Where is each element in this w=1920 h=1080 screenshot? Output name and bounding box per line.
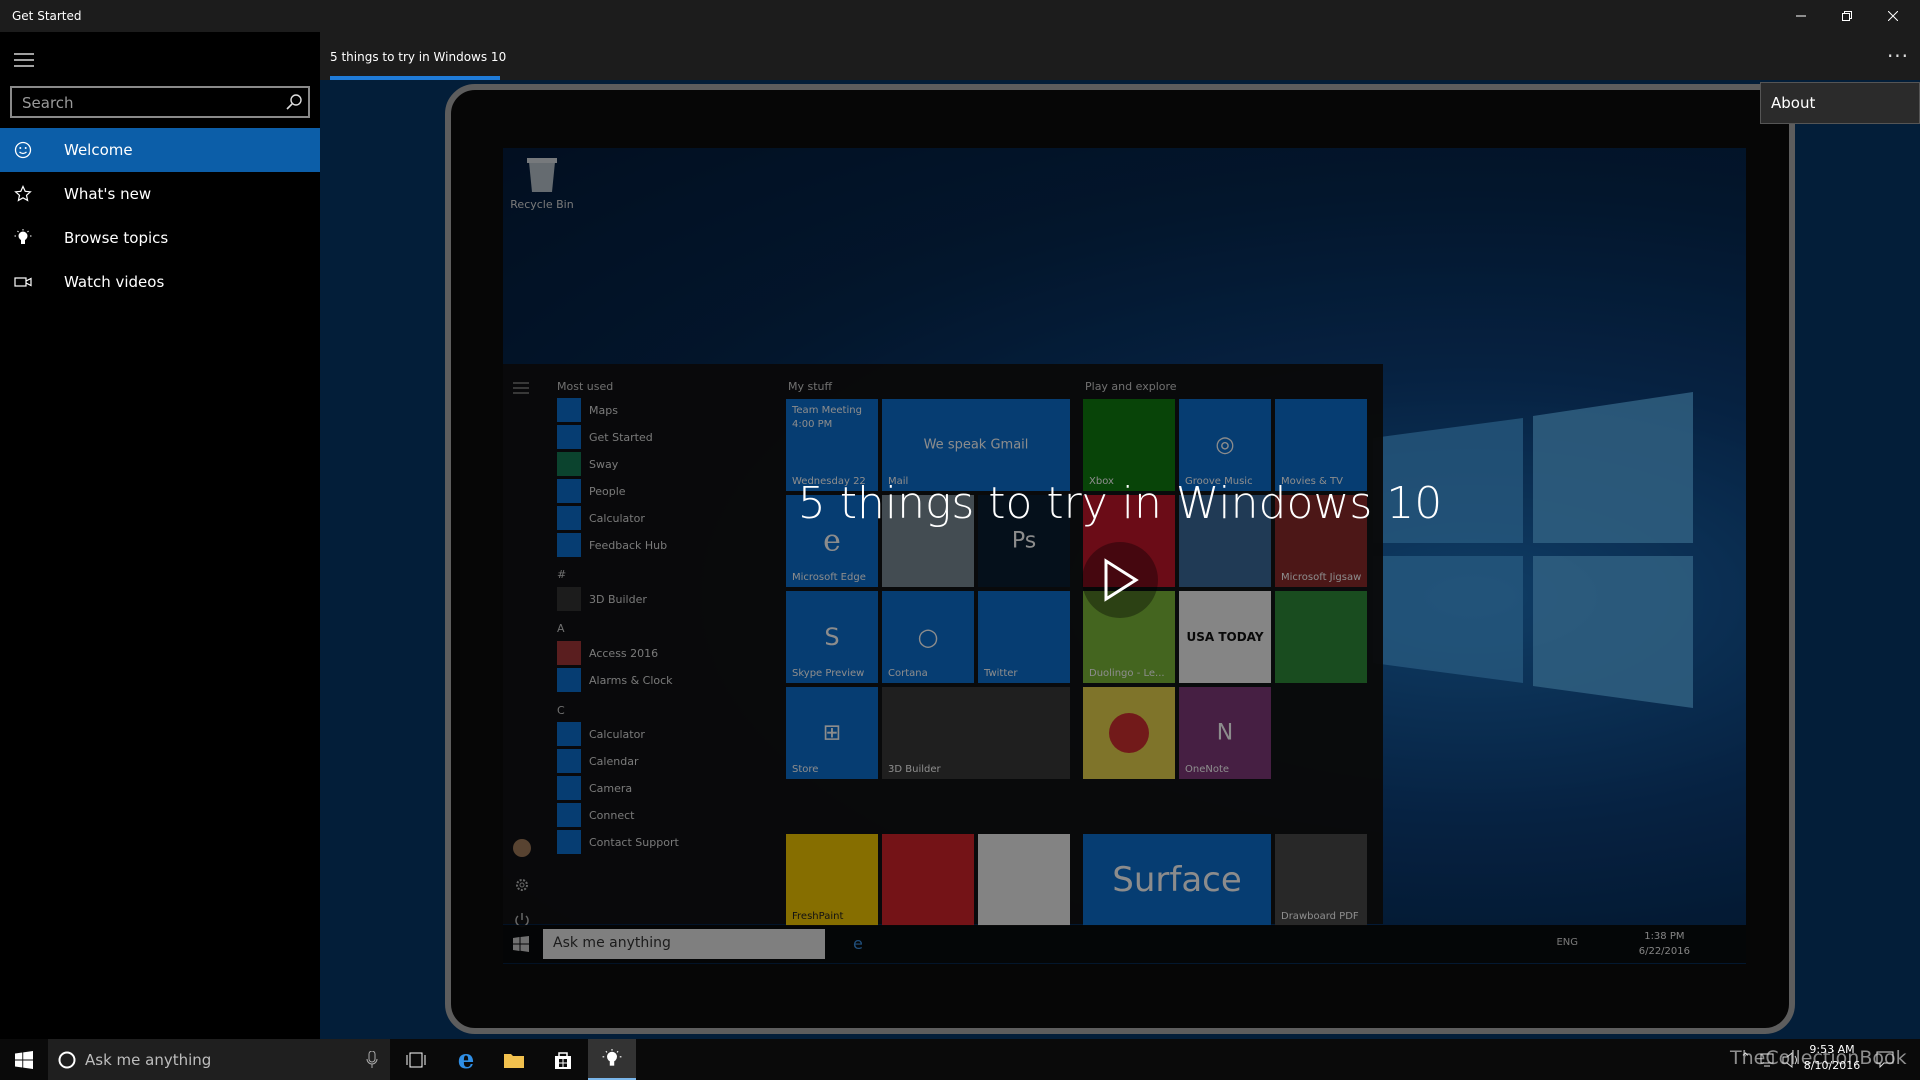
- minimize-icon: [1796, 15, 1806, 17]
- folder-icon: [504, 1053, 524, 1068]
- nav-label: Welcome: [64, 141, 133, 159]
- smiley-icon: [14, 141, 32, 159]
- nav-item-watch-videos[interactable]: Watch videos: [0, 260, 320, 304]
- lightbulb-icon: [602, 1048, 622, 1066]
- action-center-icon[interactable]: [1876, 1051, 1894, 1068]
- nav-label: Browse topics: [64, 229, 169, 247]
- nav-label: Watch videos: [64, 273, 165, 291]
- windows-start-icon: [15, 1050, 33, 1069]
- task-view-icon: [406, 1052, 426, 1067]
- app-title: Get Started: [12, 9, 82, 23]
- network-icon[interactable]: [1760, 1053, 1776, 1067]
- lightbulb-icon: [14, 229, 32, 244]
- cortana-search-box[interactable]: Ask me anything: [48, 1039, 390, 1080]
- about-menu-item[interactable]: About: [1760, 82, 1920, 124]
- hamburger-icon: [14, 53, 34, 67]
- video-title: 5 things to try in Windows 10: [797, 478, 1443, 529]
- restore-button[interactable]: [1824, 0, 1870, 32]
- title-bar: Get Started: [0, 0, 1920, 32]
- start-button[interactable]: [0, 1039, 48, 1080]
- star-icon: [14, 185, 32, 202]
- taskbar-store[interactable]: [539, 1039, 587, 1080]
- cortana-icon: [58, 1051, 76, 1068]
- taskbar-edge[interactable]: e: [442, 1039, 490, 1080]
- video-icon: [14, 277, 32, 287]
- tab-bar: 5 things to try in Windows 10 ···: [320, 32, 1920, 80]
- taskbar-get-started[interactable]: [588, 1039, 636, 1080]
- nav-label: What's new: [64, 185, 152, 203]
- cortana-placeholder: Ask me anything: [85, 1050, 212, 1069]
- taskbar-date: 8/10/2016: [1803, 1059, 1861, 1072]
- task-view-button[interactable]: [392, 1039, 440, 1080]
- more-icon: ···: [1886, 44, 1910, 68]
- store-icon: [555, 1051, 571, 1069]
- search-placeholder: Search: [22, 94, 74, 112]
- video-content: Recycle Bin Most used Maps Get Started S…: [320, 80, 1920, 1039]
- navigation-pane: Search Welcome What's new Browse topics …: [0, 32, 320, 1039]
- edge-icon: e: [457, 1044, 475, 1075]
- nav-item-browse-topics[interactable]: Browse topics: [0, 216, 320, 260]
- close-button[interactable]: [1870, 0, 1916, 32]
- search-icon[interactable]: [285, 93, 303, 111]
- hamburger-menu-button[interactable]: [4, 40, 44, 80]
- play-icon: [1104, 558, 1139, 602]
- more-options-button[interactable]: ···: [1876, 36, 1920, 76]
- tab-5-things[interactable]: 5 things to try in Windows 10: [330, 50, 506, 64]
- show-hidden-icons[interactable]: ⌃: [1740, 1051, 1751, 1066]
- play-button[interactable]: [1082, 542, 1158, 618]
- taskbar: Ask me anything e TheCollectionBook ⌃ 9:…: [0, 1039, 1920, 1080]
- close-icon: [1888, 11, 1898, 21]
- taskbar-file-explorer[interactable]: [490, 1039, 538, 1080]
- nav-item-whats-new[interactable]: What's new: [0, 172, 320, 216]
- restore-icon: [1842, 11, 1852, 21]
- microphone-icon[interactable]: [366, 1051, 378, 1069]
- taskbar-time: 9:53 AM: [1809, 1043, 1855, 1056]
- volume-icon[interactable]: [1782, 1052, 1800, 1068]
- taskbar-clock[interactable]: 9:53 AM 8/10/2016: [1800, 1042, 1864, 1074]
- search-box[interactable]: Search: [10, 86, 310, 118]
- minimize-button[interactable]: [1778, 0, 1824, 32]
- nav-item-welcome[interactable]: Welcome: [0, 128, 320, 172]
